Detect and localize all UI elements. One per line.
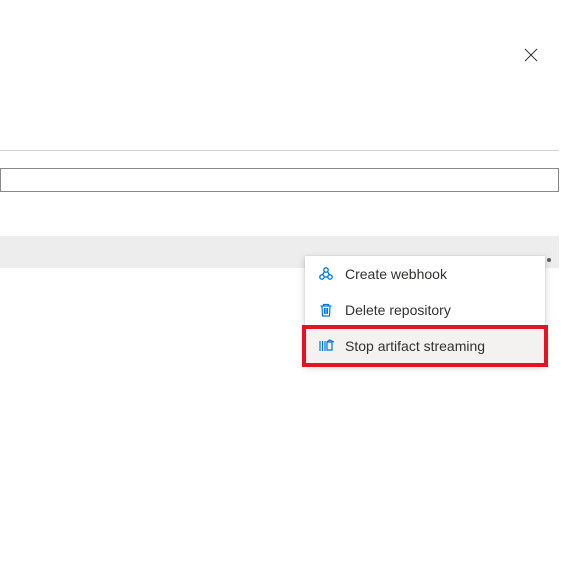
menu-item-label: Create webhook — [345, 266, 447, 282]
menu-item-create-webhook[interactable]: Create webhook — [305, 256, 545, 292]
divider — [0, 150, 559, 151]
context-menu: Create webhook Delete repository — [305, 256, 545, 364]
webhook-icon — [317, 265, 335, 283]
stop-streaming-icon — [317, 337, 335, 355]
close-icon — [523, 47, 539, 66]
menu-item-label: Stop artifact streaming — [345, 338, 485, 354]
menu-item-delete-repository[interactable]: Delete repository — [305, 292, 545, 328]
menu-item-stop-artifact-streaming[interactable]: Stop artifact streaming — [305, 328, 545, 364]
text-input[interactable] — [0, 168, 559, 192]
close-button[interactable] — [521, 46, 541, 66]
menu-item-label: Delete repository — [345, 302, 451, 318]
delete-icon — [317, 301, 335, 319]
overflow-indicator — [547, 258, 551, 262]
